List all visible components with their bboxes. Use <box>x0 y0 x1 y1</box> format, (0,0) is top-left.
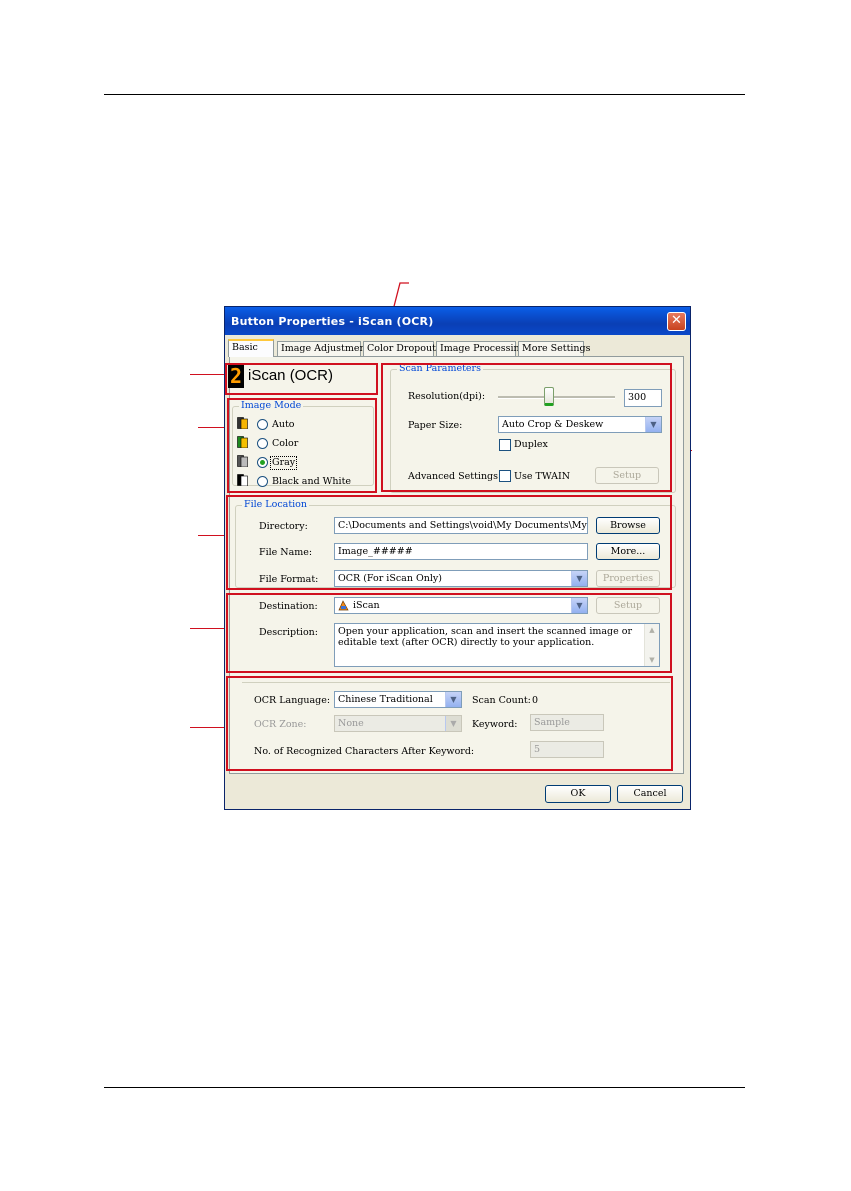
file-location-title: File Location <box>242 499 310 511</box>
paper-size-value: Auto Crop & Deskew <box>502 419 604 430</box>
resolution-value: 300 <box>628 392 647 403</box>
tab-image-adjustment[interactable]: Image Adjustment <box>277 341 369 356</box>
image-mode-title: Image Mode <box>239 400 304 412</box>
description-textarea[interactable]: Open your application, scan and insert t… <box>334 623 660 667</box>
directory-input[interactable]: C:\Documents and Settings\void\My Docume… <box>334 517 588 534</box>
chevron-down-icon: ▼ <box>445 692 461 707</box>
close-button[interactable]: ✕ <box>667 312 686 331</box>
scroll-up-icon[interactable]: ▲ <box>645 624 659 636</box>
ocr-zone-label: OCR Zone: <box>254 719 307 730</box>
button-name-label: iScan (OCR) <box>248 367 334 384</box>
radio-auto[interactable] <box>257 419 268 430</box>
scan-count-value: 0 <box>532 695 539 706</box>
tab-color-dropout[interactable]: Color Dropout <box>363 341 436 356</box>
close-icon: ✕ <box>671 313 682 328</box>
auto-mode-icon <box>237 417 248 429</box>
radio-black-and-white[interactable] <box>257 476 268 487</box>
chevron-down-icon: ▼ <box>445 716 461 731</box>
radio-gray[interactable] <box>257 457 268 468</box>
bw-mode-icon <box>237 474 248 486</box>
gray-mode-icon <box>237 455 248 467</box>
ocr-zone-select[interactable]: None ▼ <box>334 715 462 732</box>
scan-count-label: Scan Count: <box>472 695 531 706</box>
ocr-language-select[interactable]: Chinese Traditional ▼ <box>334 691 462 708</box>
file-format-label: File Format: <box>259 574 319 585</box>
ocr-separator <box>242 682 670 683</box>
chevron-down-icon: ▼ <box>571 598 587 613</box>
recognized-characters-input[interactable]: 5 <box>530 741 604 758</box>
paper-size-label: Paper Size: <box>408 420 463 431</box>
keyword-input[interactable]: Sample <box>530 714 604 731</box>
ok-button[interactable]: OK <box>545 785 611 803</box>
button-number-display: 2 <box>228 364 244 388</box>
destination-setup-button[interactable]: Setup <box>596 597 660 614</box>
description-scrollbar[interactable]: ▲ ▼ <box>644 624 659 666</box>
chevron-down-icon: ▼ <box>645 417 661 432</box>
duplex-label: Duplex <box>514 439 548 450</box>
properties-button[interactable]: Properties <box>596 570 660 587</box>
paper-size-select[interactable]: Auto Crop & Deskew ▼ <box>498 416 662 433</box>
tab-basic[interactable]: Basic <box>228 339 274 357</box>
keyword-label: Keyword: <box>472 719 518 730</box>
ocr-language-label: OCR Language: <box>254 695 331 706</box>
cancel-button[interactable]: Cancel <box>617 785 683 803</box>
radio-color-label: Color <box>272 438 299 449</box>
tab-more-settings[interactable]: More Settings <box>518 341 591 356</box>
ocr-language-value: Chinese Traditional <box>338 694 433 705</box>
destination-select[interactable]: iScan ▼ <box>334 597 588 614</box>
file-name-input[interactable]: Image_##### <box>334 543 588 560</box>
ocr-zone-value: None <box>338 718 364 729</box>
color-mode-icon <box>237 436 248 448</box>
radio-auto-label: Auto <box>272 419 295 430</box>
image-mode-group: Image Mode <box>232 400 374 486</box>
button-number: 2 <box>229 364 243 388</box>
recognized-characters-label: No. of Recognized Characters After Keywo… <box>254 746 475 757</box>
resolution-input[interactable]: 300 <box>624 389 662 407</box>
browse-button[interactable]: Browse <box>596 517 660 534</box>
keyword-value: Sample <box>534 717 570 728</box>
more-button[interactable]: More... <box>596 543 660 560</box>
resolution-slider-thumb[interactable] <box>544 387 555 406</box>
callout-line-button-name <box>190 374 226 375</box>
button-properties-dialog: Button Properties - iScan (OCR) ✕ Basic … <box>224 306 691 810</box>
use-twain-label: Use TWAIN <box>514 471 571 482</box>
callout-line-ocr <box>190 727 226 728</box>
radio-bw-label: Black and White <box>272 476 352 487</box>
radio-gray-label: Gray <box>269 456 298 470</box>
tab-image-processing[interactable]: Image Processing <box>436 341 526 356</box>
file-name-value: Image_##### <box>338 546 413 557</box>
twain-setup-button[interactable]: Setup <box>595 467 659 484</box>
destination-label: Destination: <box>259 601 318 612</box>
advanced-settings-label: Advanced Settings: <box>408 471 502 482</box>
use-twain-checkbox[interactable] <box>499 470 511 482</box>
directory-label: Directory: <box>259 521 308 532</box>
chevron-down-icon: ▼ <box>571 571 587 586</box>
resolution-slider-track[interactable] <box>498 396 615 399</box>
iscan-app-icon <box>338 600 349 611</box>
title-bar[interactable]: Button Properties - iScan (OCR) ✕ <box>225 307 690 335</box>
file-format-value: OCR (For iScan Only) <box>338 573 442 584</box>
scan-parameters-title: Scan Parameters <box>397 363 483 375</box>
resolution-label: Resolution(dpi): <box>408 391 486 402</box>
destination-value: iScan <box>353 600 380 611</box>
file-name-label: File Name: <box>259 547 313 558</box>
file-format-select[interactable]: OCR (For iScan Only) ▼ <box>334 570 588 587</box>
recognized-characters-value: 5 <box>534 744 541 755</box>
radio-color[interactable] <box>257 438 268 449</box>
description-label: Description: <box>259 627 318 638</box>
description-text: Open your application, scan and insert t… <box>338 626 633 648</box>
directory-value: C:\Documents and Settings\void\My Docume… <box>338 520 587 531</box>
scroll-down-icon[interactable]: ▼ <box>645 654 659 666</box>
callout-line-destination <box>190 628 226 629</box>
basic-tab-panel: 2 iScan (OCR) Image Mode Auto Color Gray… <box>228 356 684 774</box>
dialog-title: Button Properties - iScan (OCR) <box>231 315 434 328</box>
duplex-checkbox[interactable] <box>499 439 511 451</box>
